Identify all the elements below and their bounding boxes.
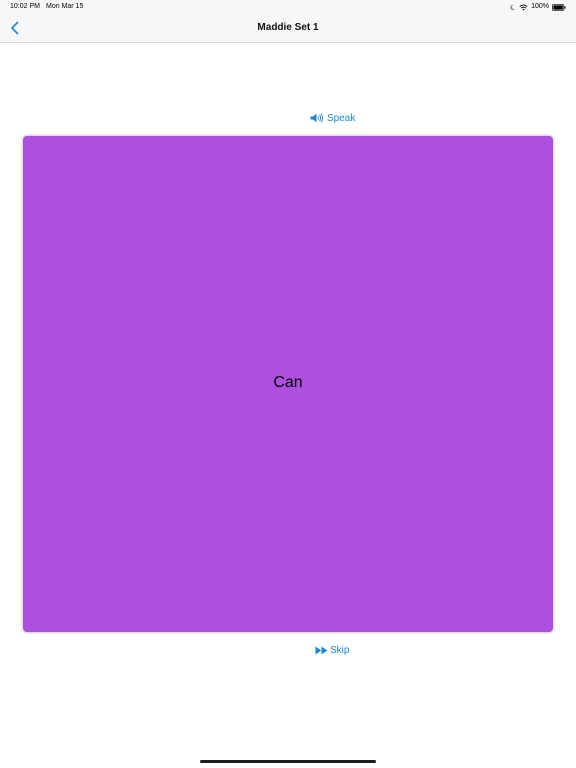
moon-icon	[510, 4, 516, 10]
speaker-icon	[310, 113, 324, 123]
battery-percentage: 100%	[531, 3, 549, 10]
flashcard-screen: 10:02 PM Mon Mar 15 100% Maddie Set 1 Sp…	[0, 0, 576, 768]
status-time: 10:02 PM	[10, 3, 40, 10]
skip-button[interactable]: Skip	[315, 643, 349, 657]
skip-label: Skip	[330, 644, 350, 656]
page-title: Maddie Set 1	[257, 22, 319, 33]
navigation-bar: 10:02 PM Mon Mar 15 100% Maddie Set 1	[0, 0, 576, 43]
status-date: Mon Mar 15	[46, 3, 84, 10]
battery-icon	[552, 3, 566, 11]
flashcard[interactable]: Can	[23, 136, 553, 632]
fast-forward-icon	[315, 646, 328, 654]
home-indicator[interactable]	[200, 760, 376, 763]
wifi-icon	[519, 4, 528, 10]
speak-button[interactable]: Speak	[310, 111, 355, 125]
flashcard-word: Can	[273, 374, 303, 391]
speak-label: Speak	[327, 112, 356, 124]
status-indicators: 100%	[509, 2, 566, 12]
